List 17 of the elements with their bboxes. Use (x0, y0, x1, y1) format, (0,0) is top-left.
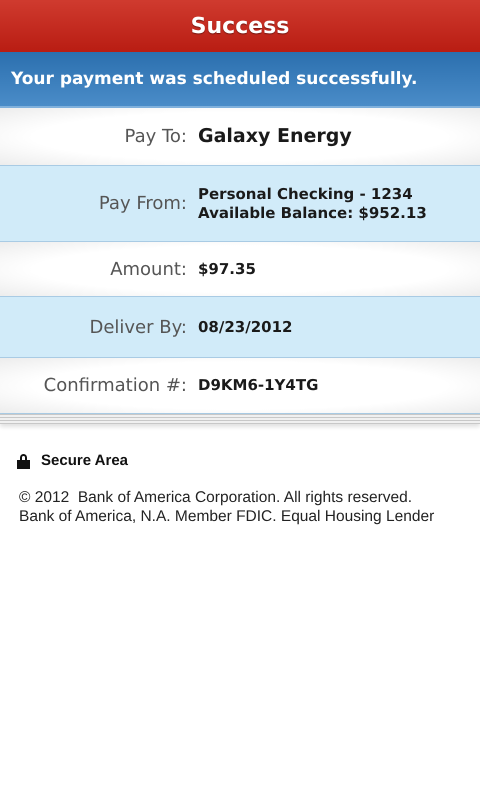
detail-label: Pay To: (124, 126, 187, 147)
detail-label: Amount: (110, 258, 187, 280)
copyright-text: Bank of America, N.A. Member FDIC. Equal Housing Lender (19, 508, 436, 526)
secure-area-label: Secure Area (41, 452, 128, 469)
copyright-text: © 2012 Bank of America Corporation. All rights reserved. (19, 489, 414, 507)
detail-value: Available Balance: $952.13 (198, 204, 428, 222)
detail-value: 08/23/2012 (198, 318, 294, 336)
detail-value: Personal Checking - 1234 (198, 184, 414, 204)
detail-value: D9KM6-1Y4TG (198, 376, 320, 395)
lock-icon (17, 452, 30, 468)
detail-label: Deliver By: (89, 316, 187, 338)
detail-label: Pay From: (98, 193, 187, 214)
detail-value: Galaxy Energy (198, 124, 353, 148)
success-message: Your payment was scheduled successfully. (11, 69, 418, 89)
detail-value: $97.35 (198, 260, 257, 278)
page-title: Success (190, 14, 290, 38)
detail-label: Confirmation #: (44, 375, 187, 396)
